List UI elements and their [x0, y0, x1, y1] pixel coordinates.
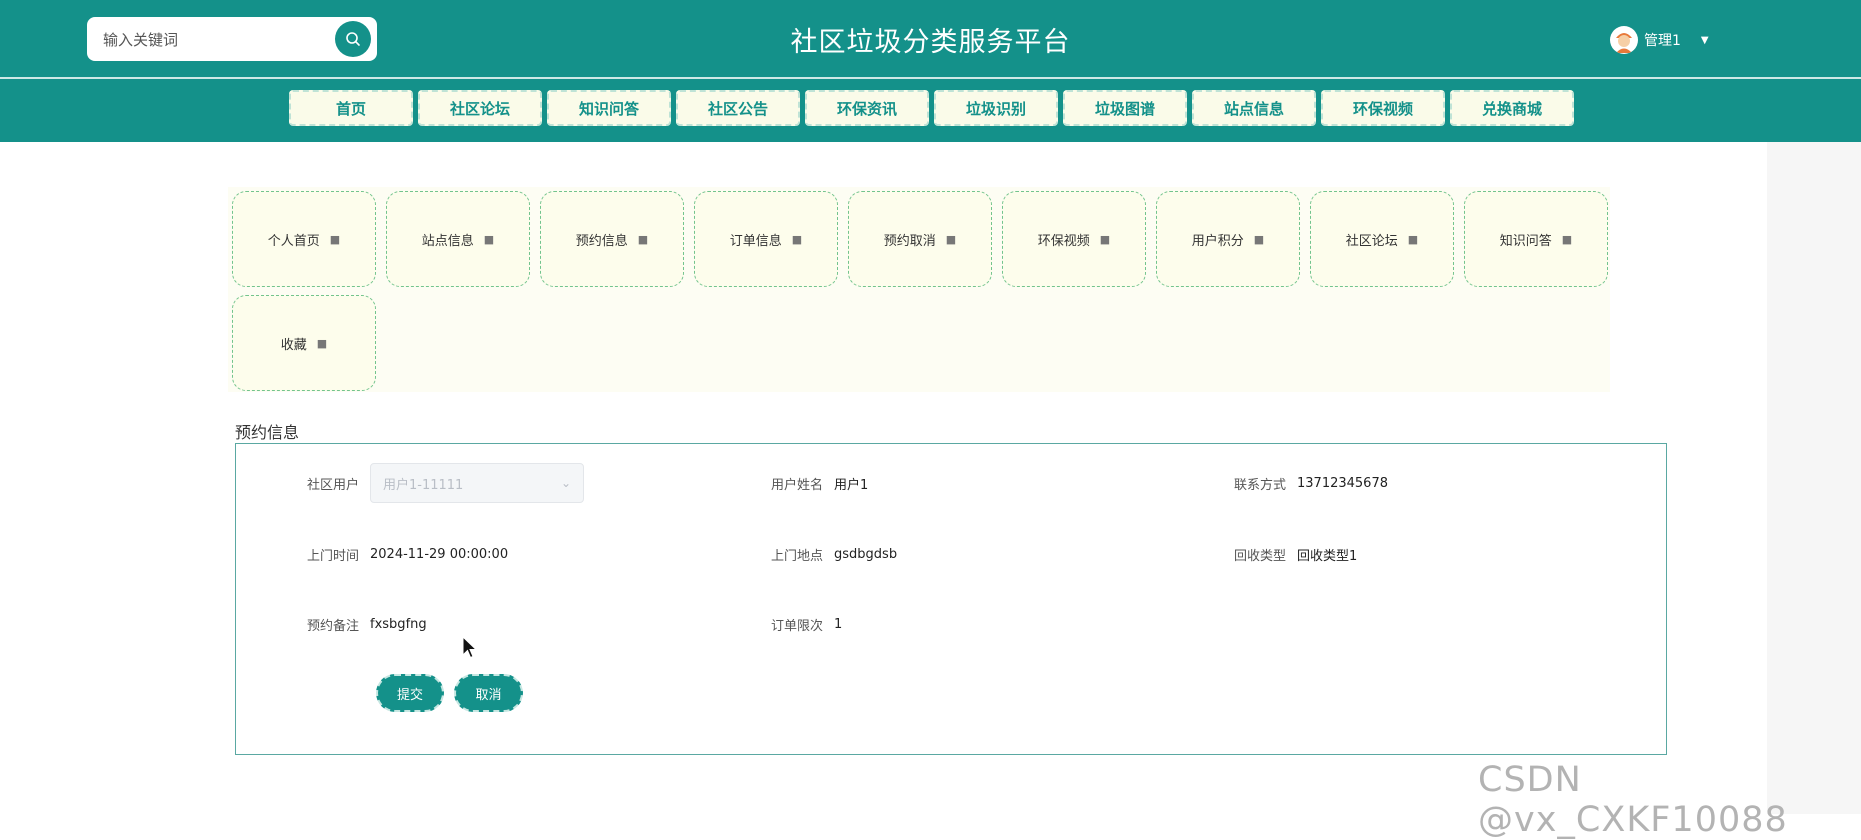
menu-card-label: 收藏: [280, 337, 307, 353]
field-value: 13712345678: [1297, 476, 1388, 491]
small-icon: ■: [945, 232, 957, 246]
menu-card-label: 个人首页: [267, 233, 320, 249]
recycle-type-field: 回收类型 回收类型1: [1234, 545, 1357, 564]
menu-card-orders[interactable]: 订单信息 ■: [694, 191, 838, 287]
nav-bar: 首页 社区论坛 知识问答 社区公告 环保资讯 垃圾识别 垃圾图谱 站点信息 环保…: [0, 79, 1861, 142]
mouse-cursor-icon: [462, 636, 478, 659]
section-title: 预约信息: [235, 423, 300, 442]
avatar: [1610, 26, 1638, 54]
nav-item-notice[interactable]: 社区公告: [676, 90, 800, 126]
menu-card-label: 预约信息: [575, 233, 628, 249]
field-value: 1: [834, 617, 843, 632]
nav-item-stations[interactable]: 站点信息: [1192, 90, 1316, 126]
menu-card-qa[interactable]: 知识问答 ■: [1464, 191, 1608, 287]
select-value: 用户1-11111: [383, 477, 464, 493]
small-icon: ■: [483, 232, 495, 246]
small-icon: ■: [637, 232, 649, 246]
field-label: 上门地点: [771, 549, 824, 564]
menu-card-label: 知识问答: [1499, 233, 1552, 249]
field-label: 用户姓名: [771, 478, 824, 493]
field-value: 用户1: [834, 478, 869, 493]
menu-card-forum[interactable]: 社区论坛 ■: [1310, 191, 1454, 287]
visit-time-field: 上门时间 2024-11-29 00:00:00: [307, 545, 508, 564]
field-label: 订单限次: [771, 619, 824, 634]
small-icon: ■: [1253, 232, 1265, 246]
menu-card-label: 站点信息: [421, 233, 474, 249]
small-icon: ■: [1407, 232, 1419, 246]
menu-card-label: 用户积分: [1191, 233, 1244, 249]
field-value: 回收类型1: [1297, 549, 1358, 564]
visit-address-field: 上门地点 gsdbgdsb: [771, 545, 897, 564]
menu-card-label: 环保视频: [1037, 233, 1090, 249]
nav-item-forum[interactable]: 社区论坛: [418, 90, 542, 126]
menu-card-favorites[interactable]: 收藏 ■: [232, 295, 376, 391]
contact-field: 联系方式 13712345678: [1234, 474, 1388, 493]
nav-item-videos[interactable]: 环保视频: [1321, 90, 1445, 126]
user-menu[interactable]: 管理1 ▼: [1610, 24, 1709, 56]
order-limit-field: 订单限次 1: [771, 615, 842, 634]
field-value: gsdbgdsb: [834, 547, 898, 562]
cancel-button[interactable]: 取消: [454, 674, 523, 712]
field-label: 回收类型: [1234, 549, 1287, 564]
small-icon: ■: [316, 336, 328, 350]
field-label: 预约备注: [307, 619, 360, 634]
menu-card-videos[interactable]: 环保视频 ■: [1002, 191, 1146, 287]
submit-button[interactable]: 提交: [376, 674, 444, 712]
field-label: 上门时间: [307, 549, 360, 564]
community-user-select[interactable]: 用户1-11111 ⌄: [370, 463, 585, 503]
remark-field: 预约备注 fxsbgfng: [307, 615, 427, 634]
menu-card-label: 社区论坛: [1345, 233, 1398, 249]
avatar-icon: [1611, 27, 1637, 53]
nav-item-news[interactable]: 环保资讯: [805, 90, 929, 126]
nav-item-home[interactable]: 首页: [289, 90, 413, 126]
scroll-gutter: [1767, 142, 1861, 814]
nav-item-atlas[interactable]: 垃圾图谱: [1063, 90, 1187, 126]
top-header: 社区垃圾分类服务平台 管理1 ▼: [0, 0, 1861, 79]
menu-card-points[interactable]: 用户积分 ■: [1156, 191, 1300, 287]
nav-list: 首页 社区论坛 知识问答 社区公告 环保资讯 垃圾识别 垃圾图谱 站点信息 环保…: [289, 90, 1574, 126]
chevron-down-icon: ⌄: [560, 476, 572, 490]
menu-card-label: 订单信息: [729, 233, 782, 249]
field-label: 联系方式: [1234, 478, 1287, 493]
caret-down-icon: ▼: [1700, 34, 1709, 46]
small-icon: ■: [1561, 232, 1573, 246]
small-icon: ■: [329, 232, 341, 246]
nav-item-recognition[interactable]: 垃圾识别: [934, 90, 1058, 126]
menu-card-profile[interactable]: 个人首页 ■: [232, 191, 376, 287]
community-user-field: 社区用户 用户1-11111 ⌄: [307, 463, 585, 503]
nav-item-qa[interactable]: 知识问答: [547, 90, 671, 126]
small-icon: ■: [1099, 232, 1111, 246]
small-icon: ■: [791, 232, 803, 246]
user-name: 管理1: [1644, 33, 1681, 49]
menu-card-cancel-reservation[interactable]: 预约取消 ■: [848, 191, 992, 287]
menu-card-label: 预约取消: [883, 233, 936, 249]
user-name-field: 用户姓名 用户1: [771, 474, 868, 493]
menu-card-stations[interactable]: 站点信息 ■: [386, 191, 530, 287]
watermark: CSDN @vx_CXKF10088: [1478, 760, 1788, 840]
site-title: 社区垃圾分类服务平台: [790, 27, 1071, 58]
nav-item-mall[interactable]: 兑换商城: [1450, 90, 1574, 126]
menu-card-reservations[interactable]: 预约信息 ■: [540, 191, 684, 287]
field-value: 2024-11-29 00:00:00: [370, 547, 509, 562]
field-label: 社区用户: [307, 477, 360, 493]
field-value: fxsbgfng: [370, 617, 427, 632]
